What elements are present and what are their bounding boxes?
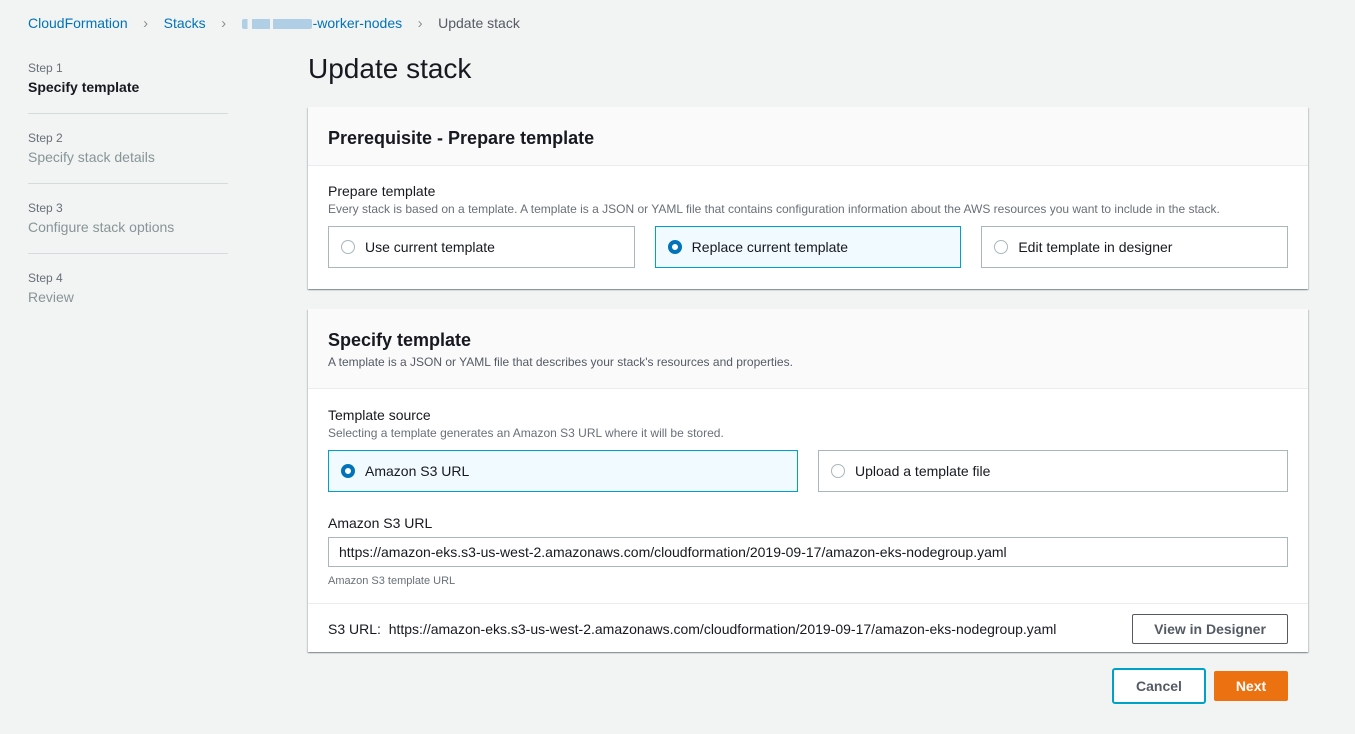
next-button[interactable]: Next [1214, 671, 1288, 701]
breadcrumb-stack-name-label: -worker-nodes [312, 15, 403, 31]
step-2: Step 2 Specify stack details [28, 130, 228, 184]
step-title: Configure stack options [28, 219, 175, 235]
prepare-template-label: Prepare template [328, 183, 436, 199]
s3-url-footer: S3 URL: https://amazon-eks.s3-us-west-2.… [308, 603, 1308, 654]
breadcrumb-stack-name[interactable]: -worker-nodes [241, 15, 403, 31]
step-number: Step 3 [28, 201, 63, 215]
template-source-desc: Selecting a template generates an Amazon… [328, 426, 724, 440]
panel-body: Template source Selecting a template gen… [308, 389, 1308, 603]
option-use-current-template[interactable]: Use current template [328, 226, 635, 268]
breadcrumb: CloudFormation › Stacks › -worker-nodes … [28, 13, 520, 33]
step-title: Specify stack details [28, 149, 155, 165]
step-title: Specify template [28, 79, 140, 95]
radio-icon[interactable] [831, 464, 845, 478]
prerequisite-panel: Prerequisite - Prepare template Prepare … [308, 107, 1308, 289]
radio-selected-icon[interactable] [667, 240, 682, 254]
cancel-button[interactable]: Cancel [1112, 668, 1206, 704]
panel-title: Prerequisite - Prepare template [328, 128, 595, 148]
option-upload-template-file[interactable]: Upload a template file [818, 450, 1288, 492]
chevron-right-icon: › [417, 14, 423, 32]
option-label: Upload a template file [855, 463, 991, 479]
panel-title: Specify template [328, 330, 472, 350]
option-label: Replace current template [691, 239, 849, 255]
option-label: Amazon S3 URL [365, 463, 470, 479]
prepare-template-options: Use current template Replace current tem… [328, 226, 1289, 268]
s3-url-hint: Amazon S3 template URL [328, 575, 456, 587]
radio-icon[interactable] [341, 240, 355, 254]
prepare-template-desc: Every stack is based on a template. A te… [328, 202, 1220, 216]
step-3: Step 3 Configure stack options [28, 200, 228, 254]
s3-url-prefix: S3 URL: [328, 621, 381, 637]
step-number: Step 2 [28, 131, 63, 145]
s3-url-label: Amazon S3 URL [328, 515, 433, 531]
s3-url-input[interactable] [328, 537, 1288, 567]
step-title: Review [28, 289, 74, 305]
step-number: Step 4 [28, 271, 63, 285]
step-1: Step 1 Specify template [28, 60, 228, 114]
chevron-right-icon: › [221, 14, 227, 32]
option-label: Edit template in designer [1018, 239, 1173, 255]
breadcrumb-cloudformation[interactable]: CloudFormation [28, 15, 128, 31]
s3-url-value: https://amazon-eks.s3-us-west-2.amazonaw… [388, 621, 1057, 637]
panel-body: Prepare template Every stack is based on… [308, 166, 1308, 288]
wizard-steps: Step 1 Specify template Step 2 Specify s… [28, 60, 228, 339]
redacted-text [241, 19, 312, 30]
option-replace-current-template[interactable]: Replace current template [654, 226, 962, 268]
option-label: Use current template [365, 239, 495, 255]
option-edit-template-in-designer[interactable]: Edit template in designer [981, 226, 1289, 268]
wizard-actions: Cancel Next [1112, 668, 1288, 704]
template-source-options: Amazon S3 URL Upload a template file [328, 450, 1288, 492]
template-source-label: Template source [328, 407, 431, 423]
s3-url-readout: S3 URL: https://amazon-eks.s3-us-west-2.… [328, 621, 1056, 637]
panel-header: Specify template A template is a JSON or… [308, 309, 1308, 389]
panel-description: A template is a JSON or YAML file that d… [328, 355, 793, 369]
panel-header: Prerequisite - Prepare template [308, 107, 1308, 166]
step-number: Step 1 [28, 61, 63, 75]
radio-icon[interactable] [994, 240, 1009, 254]
page-title: Update stack [308, 53, 472, 84]
specify-template-panel: Specify template A template is a JSON or… [308, 309, 1308, 652]
step-4: Step 4 Review [28, 270, 228, 323]
option-amazon-s3-url[interactable]: Amazon S3 URL [328, 450, 798, 492]
view-in-designer-button[interactable]: View in Designer [1132, 614, 1288, 644]
radio-selected-icon[interactable] [341, 464, 355, 478]
breadcrumb-stacks[interactable]: Stacks [164, 15, 206, 31]
chevron-right-icon: › [143, 14, 149, 32]
breadcrumb-current: Update stack [438, 15, 520, 31]
